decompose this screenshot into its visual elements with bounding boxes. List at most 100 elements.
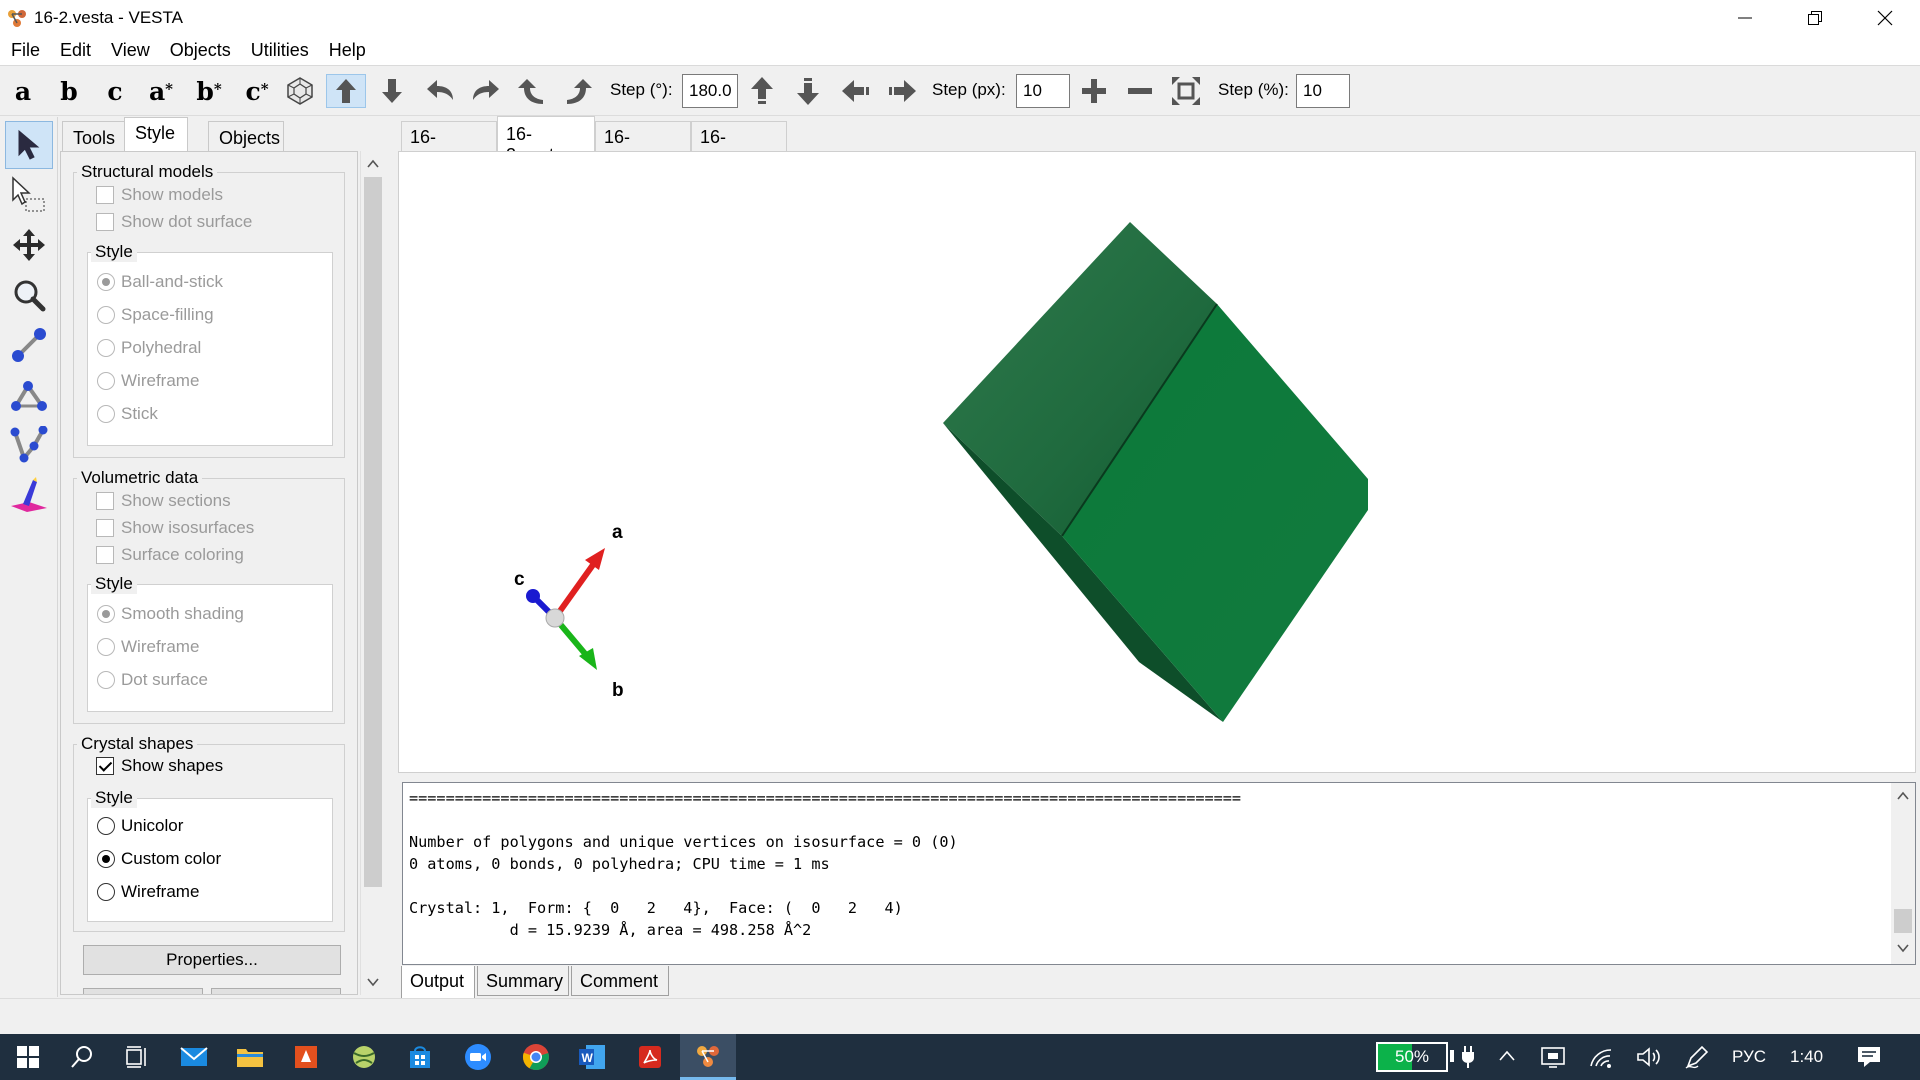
- start-button[interactable]: [0, 1034, 56, 1080]
- translate-up-button[interactable]: [742, 74, 782, 108]
- pen-tray-icon[interactable]: [1684, 1044, 1710, 1070]
- taskbar-word[interactable]: W: [564, 1034, 620, 1080]
- taskbar-acrobat[interactable]: [622, 1034, 678, 1080]
- menu-utilities[interactable]: Utilities: [241, 36, 319, 65]
- taskbar-zoom-app[interactable]: [450, 1034, 506, 1080]
- doc-tab-4[interactable]: 16-1.vesta: [691, 121, 787, 168]
- style-unicolor-radio[interactable]: Unicolor: [97, 816, 183, 836]
- style-vol-wireframe-radio[interactable]: Wireframe: [97, 637, 199, 657]
- style-space-filling-radio[interactable]: Space-filling: [97, 305, 214, 325]
- restore-button[interactable]: [1780, 0, 1850, 36]
- rotate-right-button[interactable]: [466, 74, 506, 108]
- volume-icon[interactable]: [1636, 1046, 1662, 1068]
- taskbar-ball-app[interactable]: [336, 1034, 392, 1080]
- clock-time[interactable]: 1:40: [1790, 1047, 1823, 1067]
- view-along-c-star-button[interactable]: c *: [238, 74, 276, 108]
- style-custom-color-radio[interactable]: Custom color: [97, 849, 221, 869]
- style-dot-surface-radio[interactable]: Dot surface: [97, 670, 208, 690]
- tab-summary[interactable]: Summary: [477, 966, 569, 996]
- show-shapes-checkbox[interactable]: Show shapes: [96, 756, 223, 776]
- tab-comment[interactable]: Comment: [571, 966, 669, 996]
- zoom-out-button[interactable]: [1120, 74, 1160, 108]
- display-tray-icon[interactable]: [1540, 1045, 1566, 1069]
- rotate-up-button[interactable]: [326, 74, 366, 108]
- style-crystal-wireframe-radio[interactable]: Wireframe: [97, 882, 199, 902]
- show-isosurfaces-checkbox[interactable]: Show isosurfaces: [96, 518, 254, 538]
- doc-tab-2-active[interactable]: 16-2.vesta: [497, 116, 595, 165]
- menu-help[interactable]: Help: [319, 36, 376, 65]
- menu-view[interactable]: View: [101, 36, 160, 65]
- taskbar-file-explorer[interactable]: [222, 1034, 278, 1080]
- zoom-in-button[interactable]: [1074, 74, 1114, 108]
- rotate-cw-button[interactable]: [558, 74, 598, 108]
- menu-file[interactable]: File: [0, 36, 50, 65]
- dihedral-tool-button[interactable]: [5, 421, 53, 469]
- style-polyhedral-radio[interactable]: Polyhedral: [97, 338, 201, 358]
- taskbar-search-button[interactable]: [54, 1034, 110, 1080]
- taskbar-office-app[interactable]: [278, 1034, 334, 1080]
- style-smooth-shading-radio[interactable]: Smooth shading: [97, 604, 244, 624]
- minimize-button[interactable]: [1710, 0, 1780, 36]
- taskbar-vesta-active[interactable]: [680, 1034, 736, 1080]
- step-pct-input[interactable]: 10: [1296, 74, 1350, 108]
- show-hidden-icons-icon[interactable]: [1498, 1049, 1516, 1063]
- translate-left-button[interactable]: [836, 74, 876, 108]
- translate-down-button[interactable]: [788, 74, 828, 108]
- rotate-down-button[interactable]: [372, 74, 412, 108]
- task-view-button[interactable]: [108, 1034, 164, 1080]
- close-button[interactable]: [1850, 0, 1920, 36]
- tab-tools[interactable]: Tools: [62, 121, 126, 151]
- style-stick-radio[interactable]: Stick: [97, 404, 158, 424]
- distance-tool-button[interactable]: [5, 321, 53, 369]
- battery-indicator[interactable]: 50%: [1376, 1042, 1448, 1072]
- taskbar-chrome[interactable]: [508, 1034, 564, 1080]
- 3d-viewport[interactable]: a c b: [398, 151, 1916, 773]
- rotate-left-button[interactable]: [420, 74, 460, 108]
- show-models-checkbox[interactable]: Show models: [96, 185, 223, 205]
- view-along-b-button[interactable]: b: [50, 74, 88, 108]
- angle-tool-button[interactable]: [5, 371, 53, 419]
- menu-objects[interactable]: Objects: [160, 36, 241, 65]
- translate-tool-button[interactable]: [5, 221, 53, 269]
- output-scroll-thumb[interactable]: [1894, 909, 1912, 933]
- properties-button[interactable]: Properties...: [83, 945, 341, 975]
- output-scrollbar[interactable]: [1891, 783, 1915, 964]
- lattice-plane-tool-button[interactable]: [5, 471, 53, 519]
- panel-button-partial-left[interactable]: [83, 988, 203, 994]
- style-ball-and-stick-radio[interactable]: Ball-and-stick: [97, 272, 223, 292]
- menu-edit[interactable]: Edit: [50, 36, 101, 65]
- show-dot-surface-checkbox[interactable]: Show dot surface: [96, 212, 252, 232]
- doc-tab-1[interactable]: 16-1.vesta: [401, 121, 497, 168]
- taskbar-mail-app[interactable]: [166, 1034, 222, 1080]
- panel-button-partial-right[interactable]: [211, 988, 341, 994]
- panel-scroll-thumb[interactable]: [364, 177, 382, 887]
- select-tool-button[interactable]: [5, 121, 53, 169]
- input-language[interactable]: РУС: [1732, 1047, 1766, 1067]
- fit-to-screen-button[interactable]: [1166, 74, 1206, 108]
- show-sections-checkbox[interactable]: Show sections: [96, 491, 231, 511]
- step-px-input[interactable]: 10: [1016, 74, 1070, 108]
- taskbar-store-app[interactable]: [392, 1034, 448, 1080]
- power-plug-icon[interactable]: [1460, 1045, 1476, 1069]
- panel-scrollbar[interactable]: [360, 151, 384, 995]
- mail-icon: [180, 1047, 208, 1066]
- area-select-tool-button[interactable]: [5, 171, 53, 219]
- doc-tab-3[interactable]: 16-1.vesta: [595, 121, 691, 168]
- view-along-a-button[interactable]: a: [4, 74, 42, 108]
- step-deg-input[interactable]: 180.0: [682, 74, 738, 108]
- tab-style[interactable]: Style: [124, 117, 188, 152]
- magnify-tool-button[interactable]: [5, 271, 53, 319]
- translate-right-button[interactable]: [882, 74, 922, 108]
- rotate-ccw-button[interactable]: [512, 74, 552, 108]
- style-wireframe-radio[interactable]: Wireframe: [97, 371, 199, 391]
- standard-orientation-button[interactable]: [280, 74, 320, 108]
- view-along-c-button[interactable]: c: [96, 74, 134, 108]
- view-along-a-star-button[interactable]: a *: [142, 74, 180, 108]
- output-text-area[interactable]: ========================================…: [402, 782, 1916, 965]
- tab-output[interactable]: Output: [401, 966, 475, 1000]
- wifi-icon[interactable]: [1588, 1046, 1614, 1068]
- tab-objects[interactable]: Objects: [208, 121, 284, 151]
- view-along-b-star-button[interactable]: b *: [190, 74, 228, 108]
- notifications-icon[interactable]: [1856, 1045, 1882, 1069]
- surface-coloring-checkbox[interactable]: Surface coloring: [96, 545, 244, 565]
